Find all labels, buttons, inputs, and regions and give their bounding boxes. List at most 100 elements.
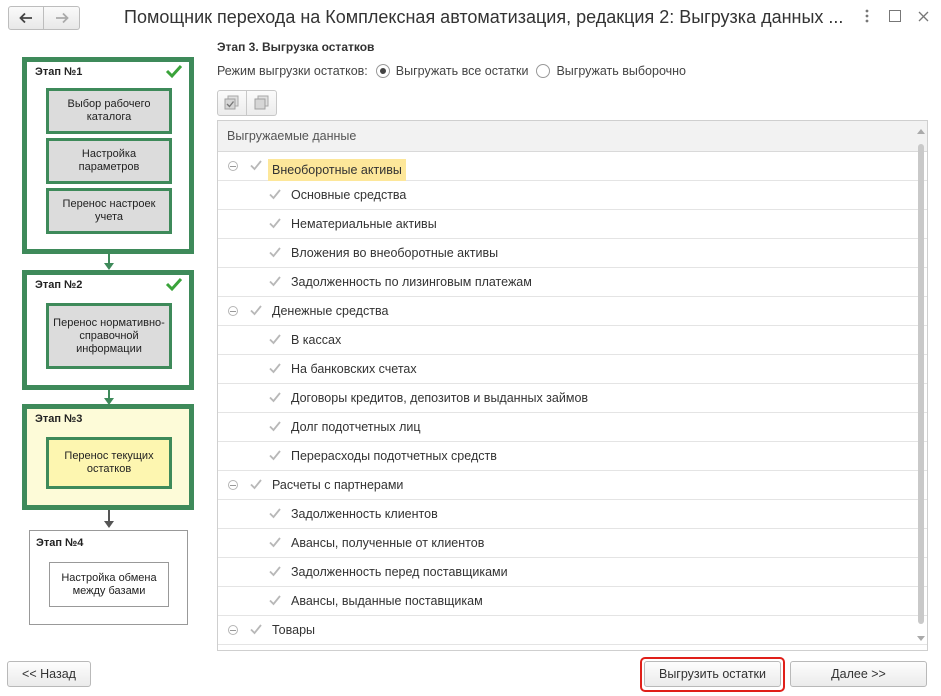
tree-item-row[interactable]: На банковских счетах bbox=[218, 355, 927, 384]
checkbox-check-icon[interactable] bbox=[249, 158, 263, 172]
step-exchange-setup[interactable]: Настройка обмена между базами bbox=[49, 562, 169, 607]
vertical-scrollbar[interactable] bbox=[917, 127, 925, 643]
radio-circle[interactable] bbox=[536, 64, 551, 78]
scroll-down-icon[interactable] bbox=[917, 636, 925, 641]
checkbox-check-icon[interactable] bbox=[268, 419, 282, 433]
section-title: Этап 3. Выгрузка остатков bbox=[217, 40, 375, 54]
tree-item-row[interactable]: Долг подотчетных лиц bbox=[218, 413, 927, 442]
column-header: Выгружаемые данные bbox=[218, 121, 927, 152]
collapse-icon[interactable] bbox=[228, 306, 238, 316]
next-button[interactable]: Далее >> bbox=[790, 661, 927, 687]
nav-buttons bbox=[8, 6, 80, 30]
step-transfer-nsi[interactable]: Перенос нормативно-справочной информации bbox=[46, 303, 172, 369]
tree-group-row[interactable]: Денежные средства bbox=[218, 297, 927, 326]
checkmark-icon bbox=[165, 64, 183, 79]
step-transfer-accounting[interactable]: Перенос настроек учета bbox=[46, 188, 172, 234]
collapse-icon[interactable] bbox=[228, 161, 238, 171]
check-all-icon bbox=[224, 95, 239, 110]
uncheck-all-button[interactable] bbox=[247, 90, 277, 116]
row-label: На банковских счетах bbox=[291, 362, 417, 376]
tree-item-row[interactable]: Договоры кредитов, депозитов и выданных … bbox=[218, 384, 927, 413]
step-settings[interactable]: Настройка параметров bbox=[46, 138, 172, 184]
row-label: Долг подотчетных лиц bbox=[291, 420, 421, 434]
checkbox-check-icon[interactable] bbox=[268, 361, 282, 375]
row-label: Авансы, выданные поставщикам bbox=[291, 594, 483, 608]
row-label: Товары bbox=[272, 623, 315, 637]
forward-nav-button[interactable] bbox=[44, 6, 80, 30]
step-select-catalog[interactable]: Выбор рабочего каталога bbox=[46, 88, 172, 134]
more-vertical-icon[interactable] bbox=[859, 8, 875, 24]
close-icon[interactable] bbox=[915, 8, 931, 24]
stage-title: Этап №2 bbox=[35, 279, 83, 291]
arrow-down-icon bbox=[104, 521, 114, 528]
mode-label: Режим выгрузки остатков: bbox=[217, 64, 368, 78]
checkbox-check-icon[interactable] bbox=[268, 535, 282, 549]
tree-item-row[interactable]: Задолженность перед поставщиками bbox=[218, 558, 927, 587]
collapse-icon[interactable] bbox=[228, 480, 238, 490]
checkbox-check-icon[interactable] bbox=[268, 245, 282, 259]
checkbox-check-icon[interactable] bbox=[268, 216, 282, 230]
step-transfer-balances[interactable]: Перенос текущих остатков bbox=[46, 437, 172, 489]
tree-item-row[interactable]: Основные средства bbox=[218, 181, 927, 210]
tree-group-row[interactable]: Расчеты с партнерами bbox=[218, 471, 927, 500]
radio-circle[interactable] bbox=[375, 64, 390, 78]
maximize-icon[interactable] bbox=[887, 8, 903, 24]
tree-item-row[interactable]: Перерасходы подотчетных средств bbox=[218, 442, 927, 471]
stage-connector bbox=[108, 390, 110, 398]
export-balances-button[interactable]: Выгрузить остатки bbox=[644, 661, 781, 687]
checkbox-check-icon[interactable] bbox=[249, 303, 263, 317]
checkbox-check-icon[interactable] bbox=[268, 332, 282, 346]
checkbox-check-icon[interactable] bbox=[268, 274, 282, 288]
stage-3: Этап №3 Перенос текущих остатков bbox=[22, 404, 194, 510]
stage-title: Этап №3 bbox=[35, 413, 83, 425]
stage-title: Этап №1 bbox=[35, 66, 83, 78]
row-label: Основные средства bbox=[291, 188, 407, 202]
export-data-table: Выгружаемые данные Внеоборотные активы Ос… bbox=[217, 120, 928, 651]
row-label: Задолженность клиентов bbox=[291, 507, 438, 521]
uncheck-all-icon bbox=[254, 95, 268, 110]
row-label: Расчеты с партнерами bbox=[272, 478, 404, 492]
export-mode-row: Режим выгрузки остатков: Выгружать все о… bbox=[217, 64, 686, 78]
window-controls bbox=[859, 8, 931, 24]
checkmark-icon bbox=[165, 277, 183, 292]
title-bar: Помощник перехода на Комплексная автомат… bbox=[0, 0, 941, 36]
row-label: Задолженность перед поставщиками bbox=[291, 565, 508, 579]
tree-item-row[interactable]: Авансы, выданные поставщикам bbox=[218, 587, 927, 616]
scroll-up-icon[interactable] bbox=[917, 129, 925, 134]
checkbox-check-icon[interactable] bbox=[268, 390, 282, 404]
tree-item-row[interactable]: Вложения во внеоборотные активы bbox=[218, 239, 927, 268]
radio-export-selective[interactable]: Выгружать выборочно bbox=[536, 64, 686, 78]
checkbox-check-icon[interactable] bbox=[249, 622, 263, 636]
tree-item-row[interactable]: Задолженность клиентов bbox=[218, 500, 927, 529]
back-nav-button[interactable] bbox=[8, 6, 44, 30]
checkbox-check-icon[interactable] bbox=[268, 187, 282, 201]
tree-item-row[interactable]: В кассах bbox=[218, 326, 927, 355]
checkbox-check-icon[interactable] bbox=[268, 593, 282, 607]
radio-export-all[interactable]: Выгружать все остатки bbox=[375, 64, 529, 78]
tree-group-row[interactable]: Товары bbox=[218, 616, 927, 645]
tree-item-row[interactable]: Задолженность по лизинговым платежам bbox=[218, 268, 927, 297]
tree-item-row[interactable]: Авансы, полученные от клиентов bbox=[218, 529, 927, 558]
table-toolbar bbox=[217, 90, 277, 116]
tree-item-row[interactable]: Нематериальные активы bbox=[218, 210, 927, 239]
checkbox-check-icon[interactable] bbox=[249, 477, 263, 491]
row-label: Задолженность по лизинговым платежам bbox=[291, 275, 532, 289]
checkbox-check-icon[interactable] bbox=[268, 564, 282, 578]
stage-title: Этап №4 bbox=[36, 537, 84, 549]
stage-4: Этап №4 Настройка обмена между базами bbox=[29, 530, 188, 625]
checkbox-check-icon[interactable] bbox=[268, 448, 282, 462]
scroll-thumb[interactable] bbox=[918, 144, 924, 624]
tree-group-row[interactable]: Внеоборотные активы bbox=[218, 152, 927, 181]
row-label: Договоры кредитов, депозитов и выданных … bbox=[291, 391, 589, 405]
row-label: Авансы, полученные от клиентов bbox=[291, 536, 485, 550]
radio-label: Выгружать все остатки bbox=[395, 64, 529, 78]
window-title: Помощник перехода на Комплексная автомат… bbox=[124, 7, 844, 27]
radio-label: Выгружать выборочно bbox=[556, 64, 687, 78]
row-label: Денежные средства bbox=[272, 304, 389, 318]
back-button[interactable]: << Назад bbox=[7, 661, 91, 687]
collapse-icon[interactable] bbox=[228, 625, 238, 635]
table-rows: Внеоборотные активы Основные средства Нема… bbox=[218, 152, 927, 645]
check-all-button[interactable] bbox=[217, 90, 247, 116]
checkbox-check-icon[interactable] bbox=[268, 506, 282, 520]
arrow-down-icon bbox=[104, 263, 114, 270]
